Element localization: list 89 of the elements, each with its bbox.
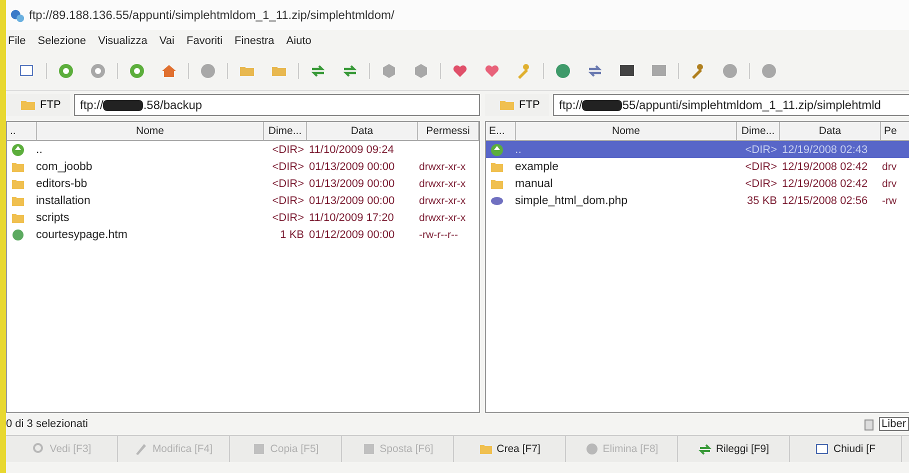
file-size: <DIR>	[271, 194, 305, 206]
folder-icon	[499, 99, 515, 111]
file-date: 01/13/2009 00:00	[308, 194, 396, 206]
file-row[interactable]: example <DIR> 12/19/2008 02:42 drv	[486, 158, 909, 175]
file-name: courtesypage.htm	[35, 228, 128, 240]
file-row[interactable]: courtesypage.htm 1 KB 01/12/2009 00:00 -rw-r--r--	[7, 226, 479, 243]
free-space-label: Liber	[878, 417, 909, 431]
file-size: <DIR>	[271, 160, 305, 172]
file-date: 12/19/2008 02:42	[781, 160, 869, 172]
file-date: 11/10/2009 17:20	[308, 212, 395, 224]
file-permissions: drwxr-xr-x	[419, 212, 466, 224]
copy-icon	[252, 442, 266, 456]
function-key-button[interactable]: Chiudi [F	[790, 436, 902, 462]
column-header[interactable]: Permessi	[418, 122, 479, 140]
path-text: 55/appunti/simplehtmldom_1_11.zip/simplehtmld	[622, 98, 881, 112]
column-header[interactable]: Data	[780, 122, 881, 140]
selection-status: 0 di 3 selezionati	[6, 418, 88, 430]
folder-icon	[20, 99, 36, 111]
file-permissions: -rw-r--r--	[419, 228, 458, 240]
file-permissions: -rw	[882, 194, 897, 206]
drive-button[interactable]: FTP	[485, 94, 549, 116]
file-permissions: drv	[882, 178, 897, 190]
file-name: simple_html_dom.php	[514, 194, 629, 206]
file-date: 01/13/2009 00:00	[308, 178, 396, 190]
redaction-bar	[103, 100, 144, 110]
path-text: .58/backup	[143, 98, 202, 112]
file-row[interactable]: .. <DIR> 11/10/2009 09:24	[7, 141, 479, 158]
window-title: ftp://89.188.136.55/appunti/simplehtmldom_1_11.zip/simplehtmldom/	[29, 8, 394, 22]
menu-item[interactable]: Finestra	[234, 35, 274, 47]
document-icon	[362, 442, 376, 456]
file-date: 01/12/2009 00:00	[308, 228, 396, 240]
file-date: 01/13/2009 00:00	[308, 160, 396, 172]
file-size: <DIR>	[271, 178, 305, 190]
column-header[interactable]: Pe	[881, 122, 909, 140]
file-name: installation	[35, 194, 92, 206]
file-permissions: drv	[882, 160, 897, 172]
column-header[interactable]: Nome	[37, 122, 264, 140]
circle-icon	[584, 442, 599, 456]
file-size: <DIR>	[744, 144, 778, 156]
function-key-button[interactable]: Rileggi [F9]	[678, 436, 790, 462]
menu-item[interactable]: File	[8, 35, 26, 47]
column-header[interactable]: Dime...	[737, 122, 780, 140]
file-name: ..	[35, 144, 44, 156]
column-header[interactable]: ..	[7, 122, 37, 140]
drive-button[interactable]: FTP	[6, 94, 70, 116]
file-row[interactable]: manual <DIR> 12/19/2008 02:42 drv	[486, 175, 909, 192]
menu-item[interactable]: Aiuto	[286, 35, 312, 47]
file-permissions: drwxr-xr-x	[419, 160, 466, 172]
trash-icon	[862, 417, 875, 431]
menu-item[interactable]: Visualizza	[98, 35, 148, 47]
function-key-button[interactable]: Crea [F7]	[454, 436, 566, 462]
column-header[interactable]: Dime...	[264, 122, 307, 140]
file-row[interactable]: installation <DIR> 01/13/2009 00:00 drwxr-xr-x	[7, 192, 479, 209]
redaction-bar	[582, 100, 622, 110]
search-icon	[32, 442, 46, 456]
file-size: 35 KB	[746, 194, 778, 206]
file-size: <DIR>	[744, 178, 778, 190]
column-header[interactable]: E...	[486, 122, 516, 140]
file-row[interactable]: simple_html_dom.php 35 KB 12/15/2008 02:56 -rw	[486, 192, 909, 209]
refresh-icon	[698, 442, 712, 456]
file-name: example	[514, 160, 560, 172]
app-icon	[10, 8, 25, 22]
column-header[interactable]: Nome	[516, 122, 737, 140]
file-row[interactable]: scripts <DIR> 11/10/2009 17:20 drwxr-xr-x	[7, 209, 479, 226]
file-name: manual	[514, 178, 554, 190]
pencil-icon	[134, 442, 148, 456]
file-name: editors-bb	[35, 178, 88, 190]
file-name: scripts	[35, 212, 70, 224]
file-permissions: drwxr-xr-x	[419, 194, 466, 206]
file-date: 12/19/2008 02:43	[781, 144, 869, 156]
file-date: 11/10/2009 09:24	[308, 144, 395, 156]
file-date: 12/15/2008 02:56	[781, 194, 869, 206]
window-icon	[815, 442, 830, 456]
menu-item[interactable]: Vai	[159, 35, 174, 47]
file-size: <DIR>	[271, 144, 305, 156]
folder-icon	[478, 442, 493, 456]
file-size: <DIR>	[744, 160, 778, 172]
file-permissions: drwxr-xr-x	[419, 178, 466, 190]
home-icon[interactable]	[160, 62, 178, 80]
column-header[interactable]: Data	[307, 122, 418, 140]
file-size: <DIR>	[271, 212, 305, 224]
file-row[interactable]: com_joobb <DIR> 01/13/2009 00:00 drwxr-xr-x	[7, 158, 479, 175]
file-date: 12/19/2008 02:42	[781, 178, 869, 190]
file-row[interactable]: editors-bb <DIR> 01/13/2009 00:00 drwxr-xr-x	[7, 175, 479, 192]
menu-item[interactable]: Selezione	[38, 35, 86, 47]
file-name: ..	[514, 144, 522, 156]
file-size: 1 KB	[279, 228, 305, 240]
menu-item[interactable]: Favoriti	[186, 35, 223, 47]
file-name: com_joobb	[35, 160, 94, 172]
